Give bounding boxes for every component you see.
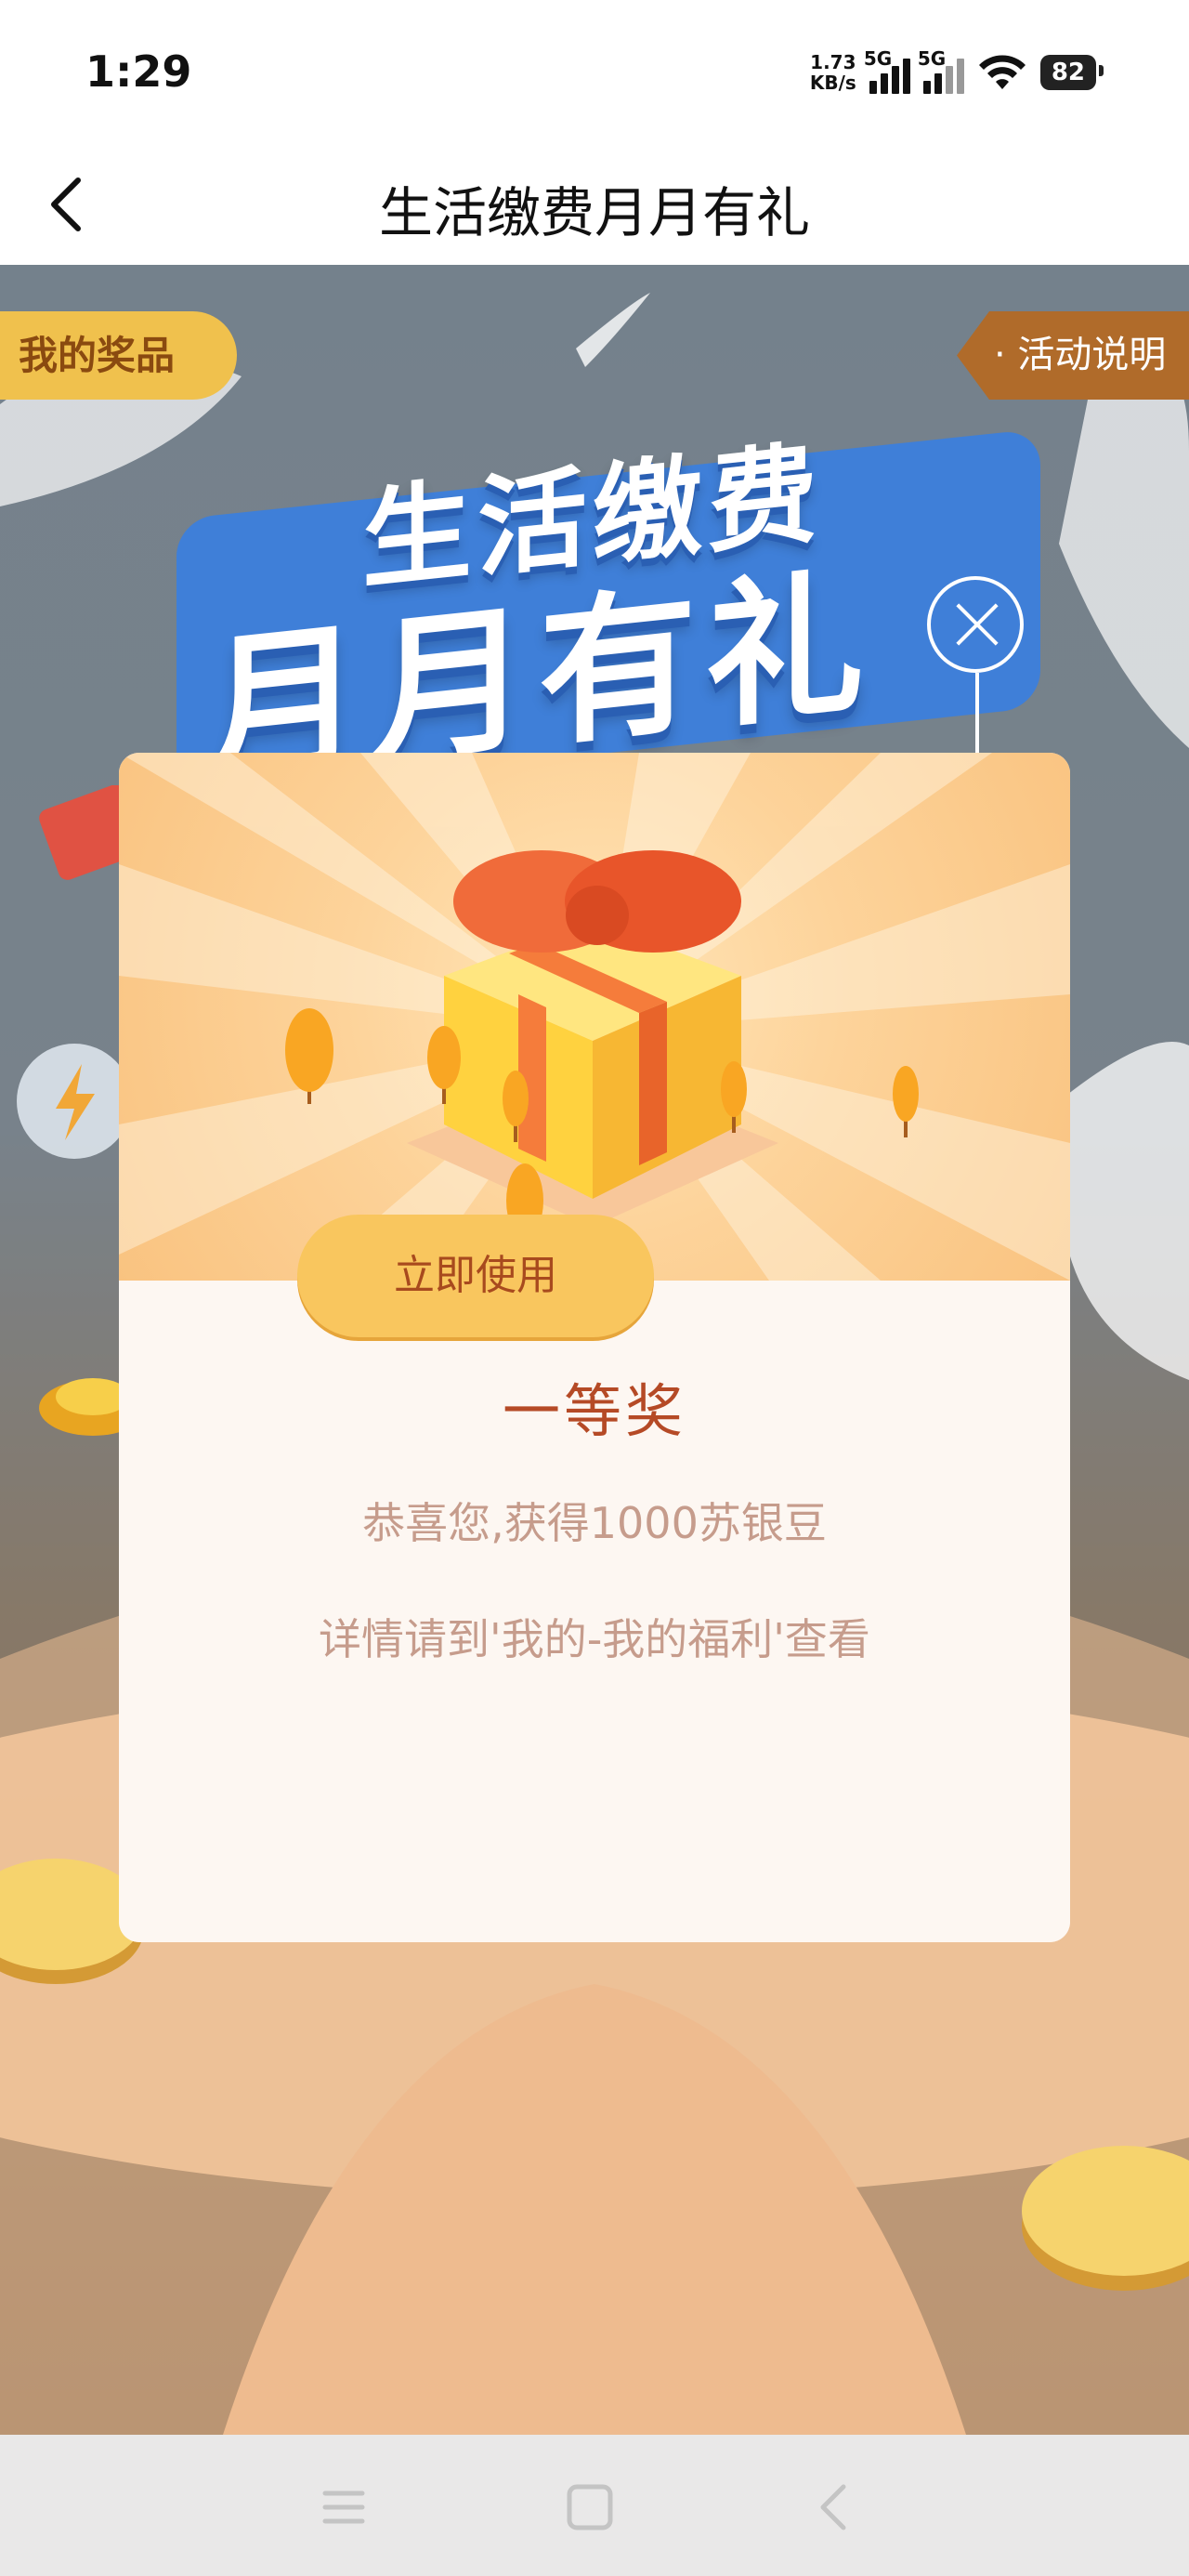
nav-bar: 生活缴费月月有礼 [0,139,1189,265]
prize-modal: 一等奖 恭喜您,获得1000苏银豆 详情请到'我的-我的福利'查看 [119,753,1070,1942]
use-now-button[interactable]: 立即使用 [297,1215,654,1337]
prize-detail-hint: 详情请到'我的-我的福利'查看 [319,1614,870,1664]
activity-banner: 生活缴费 月月有礼 [176,418,1040,805]
wifi-icon [978,55,1026,89]
signal-icon-2: 5G [918,47,964,94]
status-bar: 1:29 1.73 KB/s 5G 5G 82 [0,0,1189,139]
status-icons: 1.73 KB/s 5G 5G 82 [809,45,1104,100]
status-time: 1:29 [85,46,192,97]
network-speed: 1.73 KB/s [809,51,856,94]
system-nav-bar [0,2435,1189,2576]
tree-decoration-5 [721,1061,747,1133]
tree-decoration-6 [893,1066,919,1137]
tree-decoration [285,1008,333,1104]
tree-decoration-3 [503,1071,529,1142]
modal-body: 一等奖 恭喜您,获得1000苏银豆 详情请到'我的-我的福利'查看 [119,1281,1070,1942]
tree-decoration-2 [427,1026,461,1104]
activity-rules-button[interactable]: · 活动说明 [957,311,1189,400]
battery-icon: 82 [1039,55,1104,90]
modal-header [119,753,1070,1281]
signal-icon: 5G [864,47,910,94]
back-nav-icon[interactable] [808,2479,864,2535]
my-prizes-button[interactable]: 我的奖品 [0,311,237,400]
prize-description: 恭喜您,获得1000苏银豆 [362,1498,827,1548]
coin-decoration-2 [1022,2146,1189,2291]
prize-level: 一等奖 [502,1377,686,1445]
menu-icon[interactable] [316,2479,372,2535]
close-connector [975,673,979,753]
page-title: 生活缴费月月有礼 [378,181,810,244]
close-icon[interactable] [927,576,1024,673]
home-icon[interactable] [562,2479,618,2535]
